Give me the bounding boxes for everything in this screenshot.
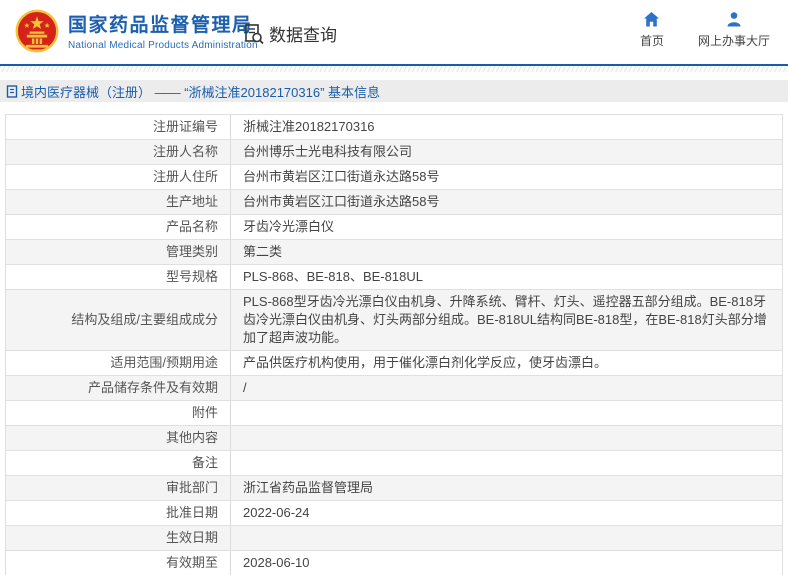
info-table: 注册证编号 浙械注准20182170316 注册人名称 台州博乐士光电科技有限公司 注册… [5,114,783,575]
home-icon [644,12,660,27]
table-row: 批准日期 2022-06-24 [5,500,783,526]
site-subtitle: National Medical Products Administration [68,39,258,51]
row-label: 型号规格 [5,264,231,290]
person-icon [727,12,741,27]
row-label: 生效日期 [5,525,231,551]
table-row: 审批部门 浙江省药品监督管理局 [5,475,783,501]
table-row: 产品储存条件及有效期 / [5,375,783,401]
table-row: 适用范围/预期用途 产品供医疗机构使用，用于催化漂白剂化学反应，使牙齿漂白。 [5,350,783,376]
row-value [230,425,783,451]
row-value: 产品供医疗机构使用，用于催化漂白剂化学反应，使牙齿漂白。 [230,350,783,376]
table-row: 产品名称 牙齿冷光漂白仪 [5,214,783,240]
row-value: 台州市黄岩区江口街道永达路58号 [230,189,783,215]
table-row: 结构及组成/主要组成成分 PLS-868型牙齿冷光漂白仪由机身、升降系统、臂杆、灯… [5,289,783,351]
row-value [230,400,783,426]
data-query-label: 数据查询 [269,26,337,45]
table-row: 型号规格 PLS-868、BE-818、BE-818UL [5,264,783,290]
row-label: 产品名称 [5,214,231,240]
row-label: 产品储存条件及有效期 [5,375,231,401]
nav-home-label: 首页 [639,34,664,48]
nav-home[interactable]: 首页 [640,12,664,49]
site-title: 国家药品监督管理局 [68,14,253,36]
table-row: 附件 [5,400,783,426]
table-row: 管理类别 第二类 [5,239,783,265]
top-nav: 首页 网上办事大厅 [640,12,770,49]
row-value: PLS-868、BE-818、BE-818UL [230,264,783,290]
table-row: 生效日期 [5,525,783,551]
row-label: 生产地址 [5,189,231,215]
row-label: 管理类别 [5,239,231,265]
row-label: 审批部门 [5,475,231,501]
nav-service-hall-label: 网上办事大厅 [697,34,770,48]
row-label: 注册人住所 [5,164,231,190]
file-icon [6,84,18,98]
row-value: 浙械注准20182170316 [230,114,783,140]
row-label: 注册证编号 [5,114,231,140]
row-value [230,450,783,476]
row-label: 有效期至 [5,550,231,575]
breadcrumb: 境内医疗器械（注册） —— “浙械注准20182170316” 基本信息 [0,80,788,102]
table-row: 注册人住所 台州市黄岩区江口街道永达路58号 [5,164,783,190]
logo-block: 国家药品监督管理局 National Medical Products Admi… [0,7,258,57]
row-label: 结构及组成/主要组成成分 [5,289,231,351]
table-row: 其他内容 [5,425,783,451]
row-value: / [230,375,783,401]
row-value: 2028-06-10 [230,550,783,575]
row-value: 牙齿冷光漂白仪 [230,214,783,240]
table-row: 备注 [5,450,783,476]
row-label: 备注 [5,450,231,476]
row-label: 批准日期 [5,500,231,526]
row-label: 其他内容 [5,425,231,451]
row-value: PLS-868型牙齿冷光漂白仪由机身、升降系统、臂杆、灯头、遥控器五部分组成。B… [230,289,783,351]
row-value: 2022-06-24 [230,500,783,526]
row-value: 台州市黄岩区江口街道永达路58号 [230,164,783,190]
content-area: 注册证编号 浙械注准20182170316 注册人名称 台州博乐士光电科技有限公司 注册… [0,102,788,575]
table-row: 生产地址 台州市黄岩区江口街道永达路58号 [5,189,783,215]
national-emblem-logo [15,9,59,53]
table-row: 注册人名称 台州博乐士光电科技有限公司 [5,139,783,165]
row-value: 浙江省药品监督管理局 [230,475,783,501]
row-label: 附件 [5,400,231,426]
document-search-icon [245,23,264,44]
info-table-body: 注册证编号 浙械注准20182170316 注册人名称 台州博乐士光电科技有限公司 注册… [5,114,783,575]
row-label: 适用范围/预期用途 [5,350,231,376]
table-row: 有效期至 2028-06-10 [5,550,783,575]
data-query-section[interactable]: 数据查询 [243,21,337,46]
row-value [230,525,783,551]
row-value: 台州博乐士光电科技有限公司 [230,139,783,165]
nav-service-hall[interactable]: 网上办事大厅 [698,12,770,49]
row-value: 第二类 [230,239,783,265]
table-row: 注册证编号 浙械注准20182170316 [5,114,783,140]
breadcrumb-gap [0,72,788,80]
breadcrumb-text: 境内医疗器械（注册） —— “浙械注准20182170316” 基本信息 [21,84,381,100]
row-label: 注册人名称 [5,139,231,165]
site-header: 国家药品监督管理局 National Medical Products Admi… [0,0,788,64]
